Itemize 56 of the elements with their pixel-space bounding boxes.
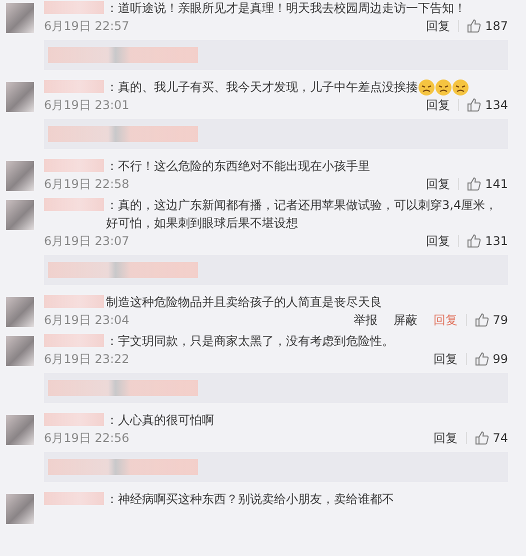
blurred-username bbox=[44, 1, 104, 14]
action-link[interactable]: 回复 bbox=[418, 96, 458, 114]
like-button[interactable]: 134 bbox=[459, 96, 508, 114]
thumbs-up-icon bbox=[474, 352, 489, 366]
comment-text: 制造这种危险物品并且卖给孩子的人简直是丧尽天良 bbox=[106, 294, 382, 311]
like-button[interactable]: 187 bbox=[459, 17, 508, 35]
like-button[interactable]: 141 bbox=[459, 175, 508, 193]
blurred-username bbox=[44, 159, 104, 172]
comment-text: ：道听途说！亲眼所见才是真理！明天我去校园周边走访一下告知！ bbox=[106, 0, 466, 17]
comment-time: 6月19日 22:56 bbox=[44, 430, 130, 447]
action-link[interactable]: 屏蔽 bbox=[386, 311, 426, 329]
comment-time: 6月19日 23:04 bbox=[44, 312, 130, 329]
blurred-username bbox=[44, 295, 104, 308]
thumbs-up-icon bbox=[467, 19, 482, 33]
comment-time: 6月19日 23:07 bbox=[44, 233, 130, 250]
action-link[interactable]: 回复 bbox=[418, 232, 458, 250]
avatar-placeholder bbox=[6, 336, 34, 366]
blurred-username bbox=[44, 492, 104, 505]
action-link[interactable]: 回复 bbox=[418, 17, 458, 35]
avatar-placeholder bbox=[6, 494, 34, 524]
like-button[interactable]: 74 bbox=[466, 429, 508, 447]
like-button[interactable]: 131 bbox=[459, 232, 508, 250]
avatar-placeholder bbox=[6, 415, 34, 445]
thumbs-up-icon bbox=[474, 431, 489, 445]
comment-text: ：真的、我儿子有买、我今天才发现，儿子中午差点没挨揍 bbox=[106, 79, 418, 96]
comment-time: 6月19日 22:58 bbox=[44, 176, 130, 193]
thumbs-up-icon bbox=[467, 177, 482, 191]
comment-time: 6月19日 23:22 bbox=[44, 351, 130, 368]
comment-time: 6月19日 22:57 bbox=[44, 18, 130, 35]
like-button[interactable]: 99 bbox=[466, 350, 508, 368]
comment-text: ：人心真的很可怕啊 bbox=[106, 412, 214, 429]
comment-text: ：真的，这边广东新闻都有播，记者还用苹果做试验，可以刺穿3,4厘米，好可怕，如果刺到眼球后果不堪设想 bbox=[106, 197, 498, 232]
action-link[interactable]: 回复 bbox=[426, 350, 466, 368]
worried-face-icon bbox=[435, 79, 452, 96]
action-link[interactable]: 回复 bbox=[418, 175, 458, 193]
thumbs-up-icon bbox=[474, 313, 489, 327]
worried-face-icon bbox=[418, 79, 435, 96]
thumbs-up-icon bbox=[467, 234, 482, 248]
blurred-username bbox=[44, 334, 104, 347]
action-link[interactable]: 举报 bbox=[346, 311, 386, 329]
blurred-username bbox=[44, 198, 104, 211]
avatar-placeholder bbox=[6, 82, 34, 112]
comment-text: ：神经病啊买这种东西？别说卖给小朋友，卖给谁都不 bbox=[106, 491, 394, 508]
action-link[interactable]: 回复 bbox=[426, 429, 466, 447]
avatar-placeholder bbox=[6, 200, 34, 230]
like-button[interactable]: 79 bbox=[466, 311, 508, 329]
blurred-username bbox=[44, 80, 104, 93]
comment-time: 6月19日 23:01 bbox=[44, 97, 130, 114]
blurred-username bbox=[44, 413, 104, 426]
worried-face-icon bbox=[452, 79, 469, 96]
comment-text: ：宇文玥同款，只是商家太黑了，没有考虑到危险性。 bbox=[106, 333, 394, 350]
avatar-placeholder bbox=[6, 161, 34, 191]
comment-text: ：不行！这么危险的东西绝对不能出现在小孩手里 bbox=[106, 158, 370, 175]
thumbs-up-icon bbox=[467, 98, 482, 112]
avatar-placeholder bbox=[6, 297, 34, 327]
avatar-placeholder bbox=[6, 3, 34, 33]
